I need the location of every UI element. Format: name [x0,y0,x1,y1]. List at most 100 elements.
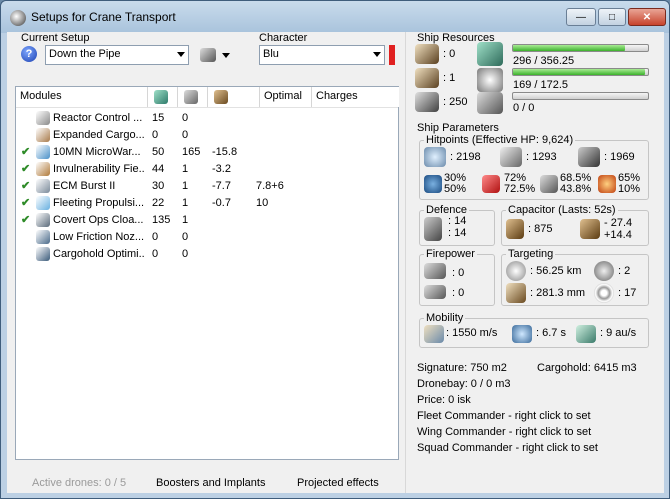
capacitor-recharge-icon [580,219,600,239]
module-cpu: 0 [152,248,159,260]
dronebay-capacity: Dronebay: 0 / 0 m3 [417,378,511,390]
chevron-down-icon [177,52,185,57]
setup-select[interactable]: Down the Pipe [45,45,189,65]
low-slots-value: : 250 [443,96,468,108]
module-row[interactable]: ✔ ECM Burst II 30 1 -7.7 7.8+6 [16,178,398,195]
fleet-commander[interactable]: Fleet Commander - right click to set [417,410,591,422]
missile-icon [424,285,446,299]
wing-commander[interactable]: Wing Commander - right click to set [417,426,591,438]
hitpoints-group: Hitpoints (Effective HP: 9,624) : 2198 :… [419,134,649,200]
module-power: 0 [182,231,189,243]
active-drones-tab[interactable]: Active drones: 0 / 5 [32,477,126,489]
boosters-implants-tab[interactable]: Boosters and Implants [156,477,265,489]
module-power: 1 [182,163,189,175]
powergrid-bar [512,68,649,76]
module-row[interactable]: Expanded Cargo... 0 0 [16,127,398,144]
hull-icon [578,147,600,167]
character-label: Character [259,32,308,44]
window-title: Setups for Crane Transport [31,10,176,24]
defence-icon [424,217,442,241]
shield-hp: : 2198 [450,151,481,163]
module-row[interactable]: Low Friction Noz... 0 0 [16,229,398,246]
col-modules[interactable]: Modules [16,87,148,107]
capacitor-delta-1: - 27.4 [604,217,633,229]
thermal-resist-icon [482,175,500,193]
firepower-value-1: : 0 [452,267,465,279]
col-optimal[interactable]: Optimal [260,87,312,107]
module-power: 1 [182,180,189,192]
ship-price: Price: 0 isk [417,394,471,406]
maximize-button[interactable]: □ [598,8,626,26]
firepower-title: Firepower [424,248,477,260]
warp-speed-icon [576,325,596,343]
module-capacitor: -7.7 [212,180,231,192]
high-slots-number: 0 [449,48,456,60]
character-select[interactable]: Blu [259,45,385,65]
calibration-icon [477,92,503,114]
explosive-resist: 65% 10% [618,172,641,195]
module-name: ECM Burst II [53,180,116,192]
hull-hp: : 1969 [604,151,635,163]
defence-group: Defence : 14 : 14 [419,204,495,246]
med-slots-number: 1 [449,72,456,84]
module-row[interactable]: ✔ Fleeting Propulsi... 22 1 -0.7 10 [16,195,398,212]
module-name: 10MN MicroWar... [53,146,141,158]
col-charges[interactable]: Charges [312,87,399,107]
module-cpu: 135 [152,214,171,226]
invulnerability-icon [36,162,50,176]
armor-icon [500,147,522,167]
module-name: Reactor Control ... [53,112,143,124]
col-cpu[interactable] [148,87,178,107]
capacitor-title: Capacitor (Lasts: 52s) [506,204,618,216]
col-capacitor[interactable] [208,87,260,107]
mobility-group: Mobility : 1550 m/s : 6.7 s : 9 au/s [419,312,649,348]
projected-effects-tab[interactable]: Projected effects [297,477,379,489]
power-icon [184,90,198,104]
velocity-icon [424,325,444,343]
module-row[interactable]: Reactor Control ... 15 0 [16,110,398,127]
targeting-range: : 56.25 km [530,265,582,277]
module-cpu: 30 [152,180,165,192]
active-check-icon: ✔ [21,163,31,175]
character-select-value: Blu [263,48,279,60]
calibration-bar [512,92,649,100]
squad-commander[interactable]: Squad Commander - right click to set [417,442,598,454]
col-power[interactable] [178,87,208,107]
modules-list[interactable]: Modules Optimal Charges Reactor Control … [15,86,399,460]
module-cpu: 44 [152,163,165,175]
cpu-bar-fill [513,45,626,51]
calibration-text: 0 / 0 [513,102,535,114]
powergrid-text: 169 / 172.5 [513,79,569,91]
close-button[interactable]: ✕ [628,8,666,26]
minimize-button[interactable]: — [566,8,596,26]
active-check-icon: ✔ [21,180,31,192]
module-name: Invulnerability Fie... [53,163,145,175]
module-name: Fleeting Propulsi... [53,197,145,209]
help-icon[interactable]: ? [21,46,37,62]
ship-parameters-title: Ship Parameters [417,122,499,134]
module-row[interactable]: ✔ Covert Ops Cloa... 135 1 [16,212,398,229]
capacitor-icon [506,219,524,239]
module-row[interactable]: ✔ Invulnerability Fie... 44 1 -3.2 [16,161,398,178]
cargo-optimizer-icon [36,247,50,261]
setup-menu-button[interactable] [200,48,232,64]
defence-value-1: : 14 [448,215,467,227]
powergrid-bar-fill [513,69,646,75]
module-name: Covert Ops Cloa... [53,214,144,226]
med-slot-icon [415,68,439,88]
cpu-bar [512,44,649,52]
max-targets-icon [594,261,614,281]
title-bar[interactable]: Setups for Crane Transport — □ ✕ [1,1,669,33]
module-cpu: 0 [152,129,159,141]
module-row[interactable]: ✔ 10MN MicroWar... 50 165 -15.8 [16,144,398,161]
powergrid-icon [477,68,503,92]
align-time: : 6.7 s [536,327,566,339]
capacitor-amount: : 875 [528,223,553,235]
warp-speed: : 9 au/s [600,327,637,339]
module-power: 1 [182,214,189,226]
cargo-icon [36,128,50,142]
module-row[interactable]: Cargohold Optimi... 0 0 [16,246,398,263]
chevron-down-icon [222,53,230,58]
setup-select-value: Down the Pipe [49,48,121,60]
module-power: 0 [182,129,189,141]
